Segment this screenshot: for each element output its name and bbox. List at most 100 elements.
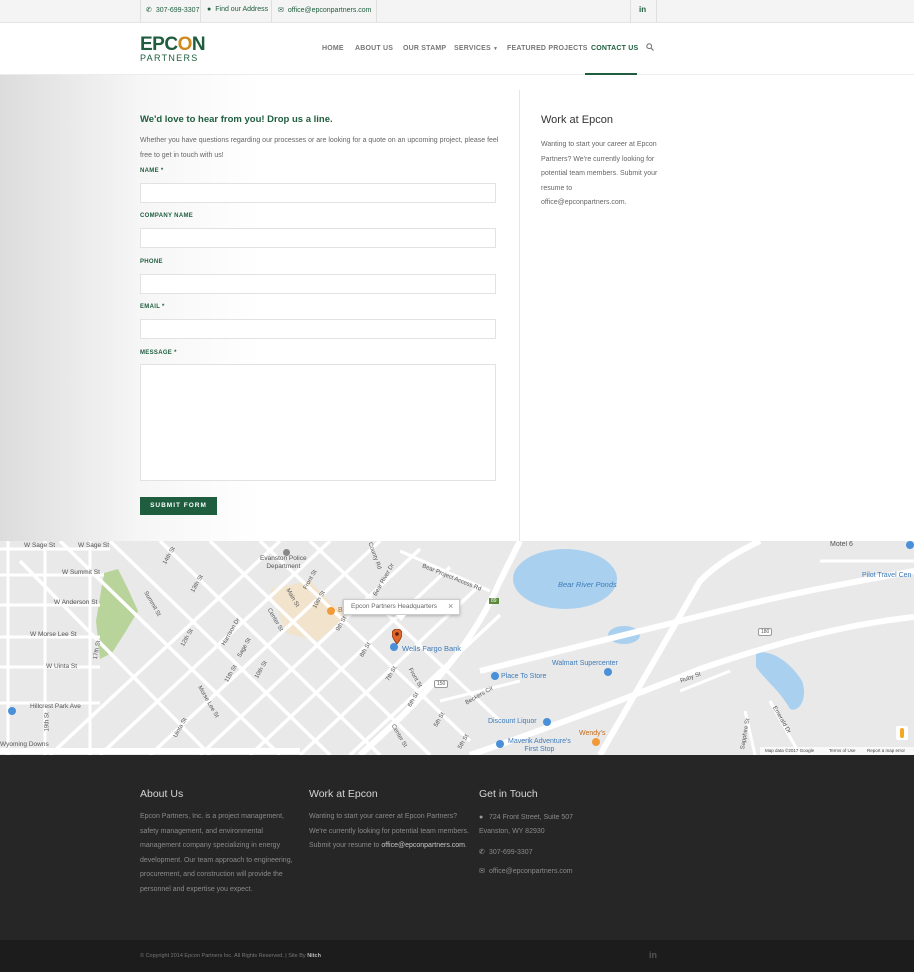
nav-contact-us[interactable]: CONTACT US xyxy=(591,45,638,52)
footer-address: ● 724 Front Street, Suite 507 xyxy=(479,814,574,821)
form-intro: Whether you have questions regarding our… xyxy=(140,137,499,159)
map-label: B xyxy=(338,607,343,614)
email-field[interactable] xyxy=(140,319,496,339)
storage-icon[interactable] xyxy=(491,672,499,680)
bottom-bar xyxy=(0,940,914,972)
footer-work-text: Wanting to start your career at Epcon Pa… xyxy=(309,813,469,849)
info-window-title: Epcon Partners Headquarters xyxy=(351,603,437,610)
envelope-icon: ✉ xyxy=(479,868,485,875)
poi-icon[interactable] xyxy=(8,707,16,715)
phone-field[interactable] xyxy=(140,274,496,294)
bank-icon[interactable] xyxy=(390,643,398,651)
footer-address-line2: Evanston, WY 82930 xyxy=(479,828,545,835)
shopping-icon[interactable] xyxy=(543,718,551,726)
divider xyxy=(656,0,657,23)
find-address-link[interactable]: ● Find our Address xyxy=(207,6,268,13)
chevron-down-icon: ▼ xyxy=(493,46,499,52)
restaurant-icon[interactable] xyxy=(592,738,600,746)
search-icon[interactable] xyxy=(646,43,654,51)
map-label: W Sage St xyxy=(78,542,110,549)
map-label: W Sage St xyxy=(24,542,56,549)
map-pin-icon: ● xyxy=(479,814,484,821)
footer-phone[interactable]: ✆ 307-699-3307 xyxy=(479,848,533,856)
name-label: NAME * xyxy=(140,168,164,174)
footer-work-email-link[interactable]: office@epconpartners.com xyxy=(381,842,465,849)
map-label: W Anderson St xyxy=(54,599,98,606)
map-label: Motel 6 xyxy=(830,541,853,548)
map-poi-maverik: Maverik Adventure's First Stop xyxy=(508,738,571,753)
map-info-window[interactable]: Epcon Partners Headquarters × xyxy=(343,599,460,615)
map-label: Wyoming Downs xyxy=(0,741,49,748)
police-icon[interactable] xyxy=(283,549,290,556)
map-label: W Morse Lee St xyxy=(30,631,77,638)
nav-home[interactable]: HOME xyxy=(322,45,344,52)
divider xyxy=(630,0,631,23)
google-map[interactable]: W Sage St W Sage St W Summit St W Anders… xyxy=(0,541,914,755)
top-email-link[interactable]: ✉ office@epconpartners.com xyxy=(278,6,372,14)
divider xyxy=(376,0,377,23)
footer-about-title: About Us xyxy=(140,788,184,800)
column-divider xyxy=(519,90,520,541)
route-shield: 150 xyxy=(434,680,449,688)
sidebar-text: Wanting to start your career at Epcon Pa… xyxy=(541,141,658,206)
form-heading: We'd love to hear from you! Drop us a li… xyxy=(140,114,333,125)
street-view-icon[interactable] xyxy=(896,726,908,740)
shopping-icon[interactable] xyxy=(604,668,612,676)
epcon-logo[interactable]: EPCON PARTNERS xyxy=(140,35,206,63)
phone-icon: ✆ xyxy=(146,7,152,14)
map-poi-police: Evanston Police Department xyxy=(260,555,307,570)
map-label: W Summit St xyxy=(62,569,100,576)
nav-our-stamp[interactable]: OUR STAMP xyxy=(403,45,446,52)
map-poi-pilot: Pilot Travel Cen xyxy=(862,572,912,579)
report-map-error-link[interactable]: Report a map error xyxy=(867,748,905,753)
company-field[interactable] xyxy=(140,228,496,248)
copyright-text: © Copyright 2014 Epcon Partners Inc. All… xyxy=(140,953,321,959)
map-label: Hillcrest Park Ave xyxy=(30,703,81,710)
footer-touch-title: Get in Touch xyxy=(479,788,538,800)
map-label: Bear River Ponds xyxy=(558,580,617,589)
top-bar: ✆ 307-699-3307 ● Find our Address ✉ office@… xyxy=(0,0,914,23)
nav-featured-projects[interactable]: FEATURED PROJECTS xyxy=(507,45,588,52)
phone-icon: ✆ xyxy=(479,849,485,856)
map-poi-place: Place To Store xyxy=(501,673,547,680)
gas-station-icon[interactable] xyxy=(496,740,504,748)
restaurant-icon[interactable] xyxy=(327,607,335,615)
footer-about-text: Epcon Partners, Inc. is a project manage… xyxy=(140,813,293,893)
nav-about-us[interactable]: ABOUT US xyxy=(355,45,393,52)
divider xyxy=(140,0,141,23)
site-header: EPCON PARTNERS HOME ABOUT US OUR STAMP S… xyxy=(0,23,914,75)
close-icon[interactable]: × xyxy=(448,601,453,611)
submit-form-button[interactable]: SUBMIT FORM xyxy=(140,497,217,515)
footer-email[interactable]: ✉ office@epconpartners.com xyxy=(479,867,573,875)
map-poi-wells: Wells Fargo Bank xyxy=(402,644,462,653)
gas-station-icon[interactable] xyxy=(906,541,914,549)
route-shield: 180 xyxy=(758,628,773,636)
nav-services[interactable]: SERVICES ▼ xyxy=(454,45,498,52)
divider xyxy=(200,0,201,23)
company-label: COMPANY NAME xyxy=(140,213,194,219)
map-poi-walmart: Walmart Supercenter xyxy=(552,660,618,667)
map-label: W Uinta St xyxy=(46,663,78,670)
map-poi-wendys: Wendy's xyxy=(579,730,606,737)
linkedin-icon[interactable]: in xyxy=(639,5,646,14)
footer-work-title: Work at Epcon xyxy=(309,788,378,800)
envelope-icon: ✉ xyxy=(278,7,284,14)
linkedin-icon[interactable]: in xyxy=(649,950,657,960)
map-pin-icon: ● xyxy=(207,6,212,13)
map-label: 19th St xyxy=(44,712,51,732)
map-attribution: Map data ©2017 Google Terms of Use Repor… xyxy=(760,747,914,755)
terms-link[interactable]: Terms of Use xyxy=(829,748,856,753)
phone-label: PHONE xyxy=(140,259,163,265)
sidebar-title: Work at Epcon xyxy=(541,114,613,126)
divider xyxy=(271,0,272,23)
top-phone-link[interactable]: ✆ 307-699-3307 xyxy=(146,6,199,14)
map-poi-discount: Discount Liquor xyxy=(488,718,537,725)
route-shield: 89 xyxy=(489,598,499,604)
info-window-pointer xyxy=(396,615,406,621)
email-label: EMAIL * xyxy=(140,304,165,310)
message-textarea[interactable] xyxy=(140,364,496,481)
map-marker-icon[interactable] xyxy=(392,629,402,644)
message-label: MESSAGE * xyxy=(140,350,177,356)
site-by-link[interactable]: Nitch xyxy=(307,953,321,959)
name-field[interactable] xyxy=(140,183,496,203)
